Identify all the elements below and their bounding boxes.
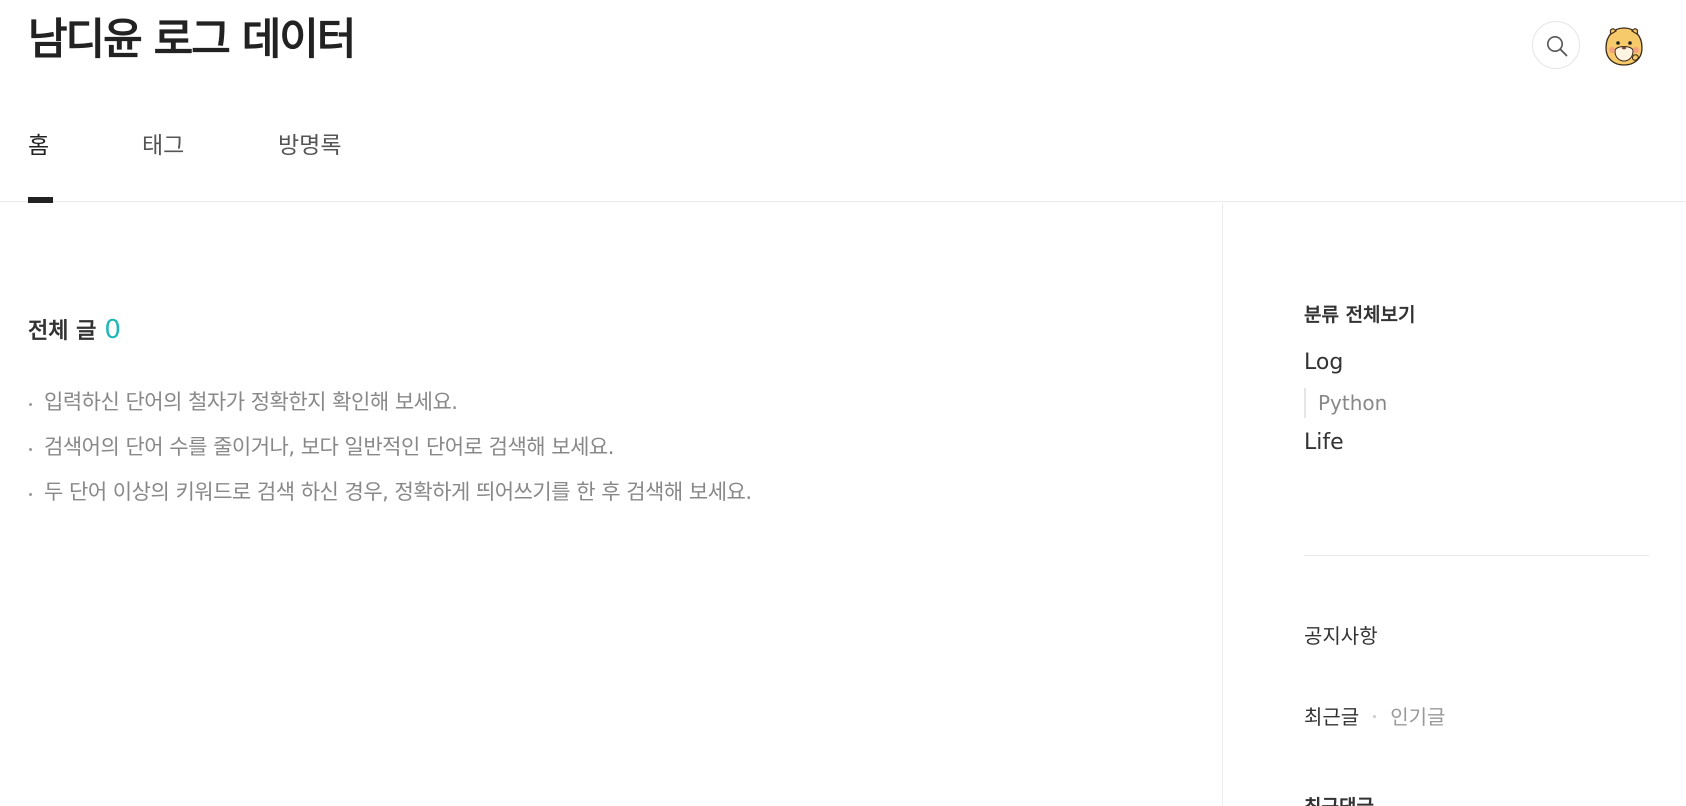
hamster-avatar-icon (1600, 21, 1648, 69)
tab-popular-posts[interactable]: 인기글 (1390, 705, 1445, 729)
total-posts-heading: 전체 글 0 (28, 313, 121, 349)
nav-guestbook[interactable]: 방명록 (278, 130, 341, 202)
search-tip: 입력하신 단어의 철자가 정확한지 확인해 보세요. (28, 380, 752, 425)
search-tips-list: 입력하신 단어의 철자가 정확한지 확인해 보세요. 검색어의 단어 수를 줄이… (28, 380, 752, 515)
post-tabs: 최근글 인기글 (1304, 701, 1445, 733)
tab-separator (1373, 714, 1377, 718)
sidebar-categories: 분류 전체보기 Log Python Life (1304, 300, 1649, 460)
sidebar-section-divider (1304, 555, 1649, 556)
blog-header: 남디윤 로그 데이터 홈 태그 방명록 (0, 0, 1686, 203)
tab-recent-posts[interactable]: 최근글 (1304, 705, 1359, 729)
recent-comments-heading: 최근댓글 (1304, 792, 1374, 806)
avatar[interactable] (1600, 21, 1648, 69)
search-tip: 검색어의 단어 수를 줄이거나, 보다 일반적인 단어로 검색해 보세요. (28, 425, 752, 470)
nav-home[interactable]: 홈 (28, 130, 54, 203)
subcategory-list: Python (1304, 388, 1649, 418)
search-button[interactable] (1532, 21, 1580, 69)
search-icon (1547, 36, 1568, 57)
nav-tag[interactable]: 태그 (142, 130, 184, 202)
notice-link[interactable]: 공지사항 (1304, 620, 1378, 652)
category-list: Log Python Life (1304, 346, 1649, 460)
category-all-link[interactable]: 분류 전체보기 (1304, 300, 1649, 330)
search-tip: 두 단어 이상의 키워드로 검색 하신 경우, 정확하게 띄어쓰기를 한 후 검… (28, 470, 752, 515)
sidebar-divider (1222, 203, 1223, 806)
blog-title-link[interactable]: 남디윤 로그 데이터 (28, 12, 356, 68)
subcategory-item-python[interactable]: Python (1304, 388, 1649, 418)
total-posts-label: 전체 글 (28, 319, 97, 344)
category-item-life[interactable]: Life (1304, 426, 1649, 460)
total-posts-count: 0 (104, 315, 121, 345)
category-item-log[interactable]: Log (1304, 346, 1649, 380)
